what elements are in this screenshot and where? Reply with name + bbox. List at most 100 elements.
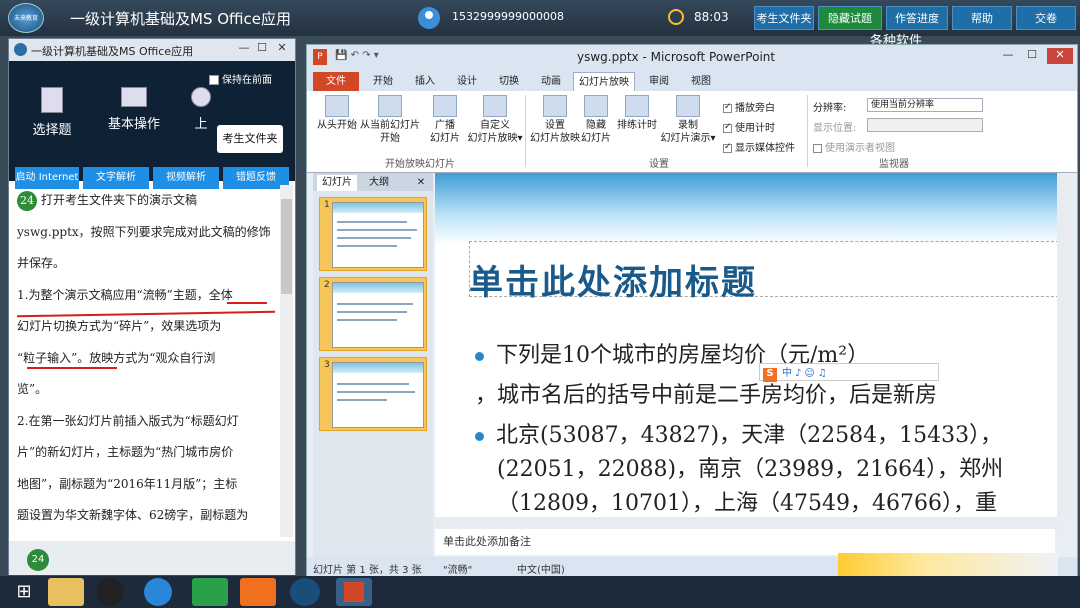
show-media-controls-checkbox[interactable]: 显示媒体控件: [723, 139, 795, 154]
body-line[interactable]: ，城市名后的括号中前是二手房均价，后是新房: [475, 377, 937, 409]
checked-icon: [723, 142, 732, 153]
file-explorer-icon[interactable]: [48, 578, 84, 606]
tab-review[interactable]: 审阅: [639, 72, 679, 91]
theme-wave: [435, 173, 1057, 245]
use-timings-checkbox[interactable]: 使用计时: [723, 119, 775, 134]
question-number-badge: 24: [17, 190, 37, 211]
question-line: 1.为整个演示文稿应用“流畅”主题，全体: [17, 287, 233, 302]
rehearse-timings-button[interactable]: 排练计时: [615, 95, 659, 132]
body-line[interactable]: (22051，22088)，南京（23989，21664），郑州: [497, 451, 1003, 483]
tab-view[interactable]: 视图: [681, 72, 721, 91]
slide-canvas[interactable]: 单击此处添加标题 下列是10个城市的房屋均价（元/m²） ，城市名后的括号中前是…: [435, 173, 1057, 517]
question-window: 一级计算机基础及MS Office应用 — ☐ ✕ 保持在前面 选择题 基本操作…: [8, 38, 296, 575]
from-beginning-button[interactable]: 从头开始: [313, 95, 361, 132]
vertical-scrollbar[interactable]: [1057, 173, 1070, 517]
quick-access-toolbar[interactable]: 💾 ↶ ↷ ▾: [335, 50, 415, 64]
maximize-icon[interactable]: ☐: [1023, 48, 1041, 64]
windows-start-icon[interactable]: ⊞: [6, 578, 42, 606]
hide-questions-button[interactable]: 隐藏试题: [818, 6, 882, 30]
close-pane-icon[interactable]: ✕: [413, 175, 429, 191]
group-label: 开始放映幻灯片: [385, 159, 455, 170]
powerpoint-taskbar-icon[interactable]: [336, 578, 372, 606]
record-show-button[interactable]: 录制 幻灯片演示▾: [659, 95, 717, 145]
voice-icon[interactable]: ♫: [818, 368, 827, 379]
question-line: 题设置为华文新魏字体、62磅字，副标题为: [17, 508, 249, 522]
minimize-icon[interactable]: —: [235, 41, 253, 57]
question-line: yswg.pptx，按照下列要求完成对此文稿的修饰: [17, 224, 271, 239]
close-icon[interactable]: ✕: [1047, 48, 1073, 64]
ime-mode[interactable]: 中: [782, 364, 792, 379]
body-line[interactable]: （12809，10701），上海（47549，46766），重: [497, 485, 997, 517]
question-number-badge[interactable]: 24: [27, 549, 49, 571]
body-line[interactable]: 北京(53087，43827)，天津（22584，15433），: [475, 417, 1002, 449]
ribbon-tabs: 文件 开始 插入 设计 切换 动画 幻灯片放映 审阅 视图: [307, 69, 1077, 91]
powerpoint-titlebar[interactable]: P 💾 ↶ ↷ ▾ yswg.pptx - Microsoft PowerPoi…: [307, 45, 1077, 69]
bullet-icon: [475, 431, 484, 441]
tab-slides[interactable]: 幻灯片: [317, 175, 357, 191]
broadcast-button[interactable]: 广播 幻灯片: [423, 95, 467, 145]
keep-front-checkbox[interactable]: 保持在前面: [209, 71, 272, 86]
choice-question-button[interactable]: 选择题: [27, 87, 77, 138]
browser-icon[interactable]: [144, 578, 172, 606]
qq-icon[interactable]: [96, 578, 124, 606]
timer-icon: [668, 9, 684, 25]
slide-thumbnail[interactable]: 3: [319, 357, 427, 431]
slide-number: 2: [324, 280, 330, 290]
resolution-select[interactable]: 使用当前分辨率: [867, 98, 983, 112]
tab-design[interactable]: 设计: [447, 72, 487, 91]
minimize-icon[interactable]: —: [999, 48, 1017, 64]
question-window-titlebar[interactable]: 一级计算机基础及MS Office应用 — ☐ ✕: [9, 39, 295, 61]
from-current-button[interactable]: 从当前幻灯片 开始: [359, 95, 421, 145]
tab-home[interactable]: 开始: [363, 72, 403, 91]
internet-button[interactable]: 上: [189, 87, 213, 132]
tab-slideshow[interactable]: 幻灯片放映: [573, 72, 635, 91]
examinee-folder-popup-button[interactable]: 考生文件夹: [217, 125, 283, 153]
slide-thumbnail[interactable]: 1: [319, 197, 427, 271]
examinee-folder-button[interactable]: 考生文件夹: [754, 6, 814, 30]
thumbnail-preview: [332, 282, 424, 348]
tab-animations[interactable]: 动画: [531, 72, 571, 91]
play-narrations-checkbox[interactable]: 播放旁白: [723, 99, 775, 114]
submit-button[interactable]: 交卷: [1016, 6, 1076, 30]
tab-insert[interactable]: 插入: [405, 72, 445, 91]
slide-title[interactable]: 单击此处添加标题: [469, 255, 757, 304]
slide-number: 1: [324, 200, 330, 210]
setup-icon: [543, 95, 567, 117]
bullet-icon: [475, 351, 484, 361]
hide-slide-icon: [584, 95, 608, 117]
maximize-icon[interactable]: ☐: [253, 41, 271, 57]
monitor-icon: [121, 87, 147, 107]
custom-show-label: 自定义 幻灯片放映▾: [467, 120, 523, 144]
presenter-view-checkbox[interactable]: 使用演示者视图: [813, 139, 895, 154]
close-icon[interactable]: ✕: [273, 41, 291, 57]
emoji-icon[interactable]: ☺: [804, 368, 814, 379]
tab-outline[interactable]: 大纲: [361, 175, 397, 191]
ime-icon[interactable]: ♪: [795, 368, 801, 379]
slide-thumbnail[interactable]: 2: [319, 277, 427, 351]
powerpoint-title: yswg.pptx - Microsoft PowerPoint: [577, 50, 776, 64]
hide-slide-button[interactable]: 隐藏 幻灯片: [579, 95, 613, 145]
notes-pane[interactable]: 单击此处添加备注: [435, 529, 1055, 555]
help-button[interactable]: 帮助: [952, 6, 1012, 30]
language[interactable]: 中文(中国): [517, 561, 565, 576]
exam-app-icon[interactable]: [290, 578, 320, 606]
app-icon: [14, 43, 27, 56]
green-app-icon[interactable]: [192, 578, 228, 606]
setup-show-button[interactable]: 设置 幻灯片放映: [529, 95, 581, 145]
checkbox-icon: [813, 143, 822, 153]
checked-icon: [723, 122, 732, 133]
checkbox-icon: [209, 75, 219, 85]
horizontal-scrollbar[interactable]: [435, 517, 1057, 529]
group-separator: [807, 95, 808, 167]
progress-button[interactable]: 作答进度: [886, 6, 948, 30]
orange-app-icon[interactable]: [240, 578, 276, 606]
scrollbar-thumb[interactable]: [281, 199, 292, 294]
display-position-select[interactable]: [867, 118, 983, 132]
tab-file[interactable]: 文件: [313, 72, 359, 91]
basic-operation-button[interactable]: 基本操作: [101, 87, 167, 132]
custom-show-button[interactable]: 自定义 幻灯片放映▾: [467, 95, 523, 145]
thumbnail-line: [337, 303, 413, 305]
tab-transitions[interactable]: 切换: [489, 72, 529, 91]
ribbon: 从头开始 从当前幻灯片 开始 广播 幻灯片 自定义 幻灯片放映▾ 开始放映幻灯片…: [307, 91, 1077, 173]
ime-toolbar[interactable]: S 中 ♪ ☺ ♫: [759, 363, 939, 382]
